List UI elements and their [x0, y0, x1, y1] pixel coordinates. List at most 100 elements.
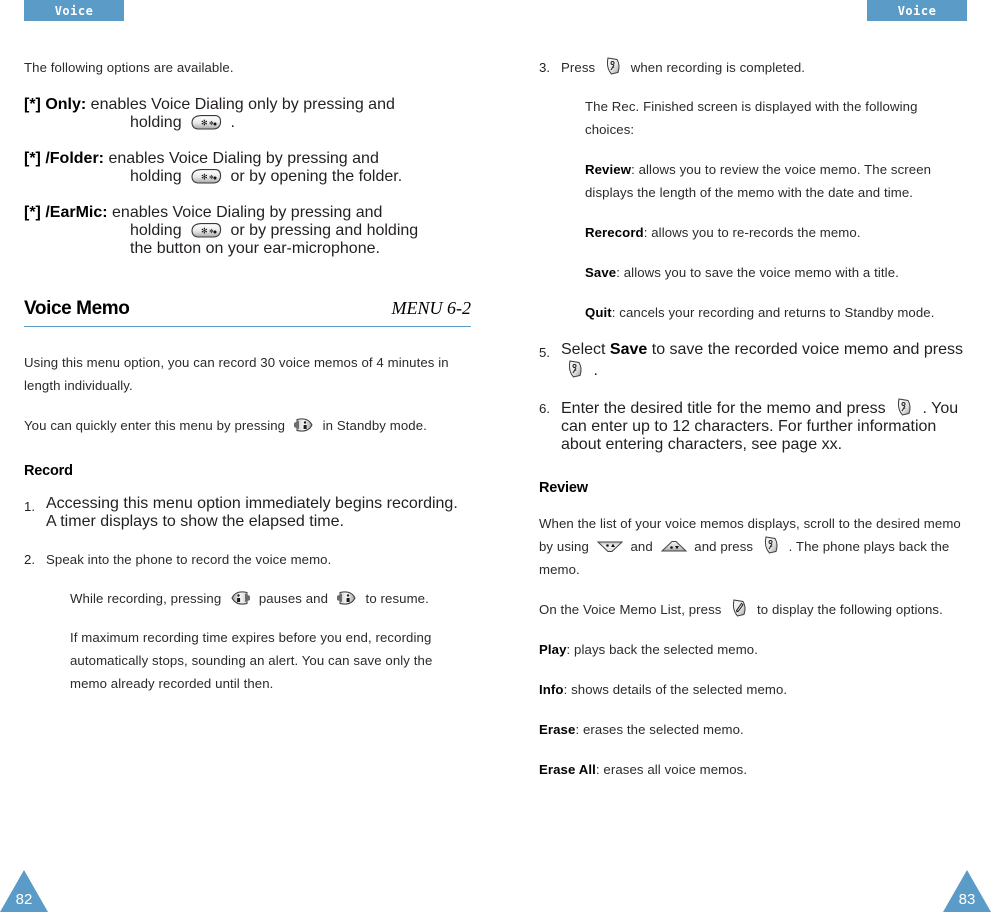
subheading-record: Record — [24, 463, 73, 479]
step-number: 5. — [539, 345, 550, 360]
star-key-icon: ✻ ✻ — [189, 168, 223, 185]
choice-term: Review — [585, 162, 632, 177]
choice-quit: Quit: cancels your recording and returns… — [585, 301, 967, 324]
choice-term: Save — [585, 265, 617, 280]
step-text: Speak into the phone to record the voice… — [46, 548, 471, 695]
voice-memo-paragraph-2: You can quickly enter this menu by press… — [24, 414, 471, 437]
option-text: : shows details of the selected memo. — [563, 682, 788, 697]
choice-text: : allows you to save the voice memo with… — [616, 265, 899, 280]
sub1-c: to resume. — [361, 591, 429, 606]
review-option-play: Play: plays back the selected memo. — [539, 638, 967, 661]
step-main-text: Speak into the phone to record the voice… — [46, 552, 332, 567]
option-cont-after: or by opening the folder. — [226, 168, 403, 185]
para2-before: You can quickly enter this menu by press… — [24, 418, 289, 433]
review-option-info: Info: shows details of the selected memo… — [539, 678, 967, 701]
intro-paragraph: The following options are available. — [24, 60, 234, 75]
svg-text:✻: ✻ — [209, 120, 214, 127]
record-step-6: 6. Enter the desired title for the memo … — [539, 397, 967, 454]
step5-a: Select — [561, 341, 610, 358]
option-text: enables Voice Dialing by pressing and — [104, 150, 379, 167]
record-step-5: 5. Select Save to save the recorded voic… — [539, 341, 967, 380]
option-cont-before: holding — [130, 114, 187, 131]
subheading-review: Review — [539, 480, 588, 496]
nav-down-key-icon — [660, 538, 688, 555]
nav-up-key-icon — [596, 538, 624, 555]
right-page-body: 3. Press when recording is completed. Th… — [539, 0, 967, 781]
side-key-right-icon — [292, 416, 316, 434]
option-term: Erase — [539, 722, 576, 737]
review-paragraph-2: On the Voice Memo List, press to display… — [539, 598, 967, 621]
option-only: [*] Only: enables Voice Dialing only by … — [24, 96, 471, 132]
option-term: [*] Only: — [24, 96, 87, 113]
para2-after: in Standby mode. — [318, 418, 427, 433]
star-key-icon: ✻ ✻ — [189, 114, 223, 131]
rev-p2-b: to display the following options. — [753, 602, 943, 617]
option-folder: [*] /Folder: enables Voice Dialing by pr… — [24, 150, 471, 186]
header-tab-voice-left: Voice — [24, 0, 124, 21]
choice-text: : cancels your recording and returns to … — [611, 305, 935, 320]
side-key-right-icon — [335, 589, 359, 607]
step-text: Accessing this menu option immediately b… — [46, 495, 458, 530]
option-text: enables Voice Dialing only by pressing a… — [86, 96, 395, 113]
step3-before: Press — [561, 60, 599, 75]
voice-memo-paragraph-1: Using this menu option, you can record 3… — [24, 355, 449, 393]
step-text: Press when recording is completed. The R… — [561, 56, 967, 141]
left-page: Voice The following options are availabl… — [0, 0, 495, 912]
manual-page-spread: Voice The following options are availabl… — [0, 0, 991, 912]
choice-rerecord: Rerecord: allows you to re-records the m… — [585, 221, 967, 244]
option-term: [*] /Folder: — [24, 150, 104, 167]
option-term: Erase All — [539, 762, 596, 777]
record-step-1: 1. Accessing this menu option immediatel… — [24, 495, 471, 531]
option-text: : plays back the selected memo. — [566, 642, 759, 657]
step-2-sub-1: While recording, pressing pauses and to … — [46, 587, 471, 610]
option-cont-before: holding — [130, 222, 187, 239]
option-term: Info — [539, 682, 564, 697]
option-cont-after: . — [226, 114, 235, 131]
left-page-body: The following options are available. [*]… — [24, 0, 471, 695]
rev-p1-b: and — [626, 539, 657, 554]
side-key-left-icon — [228, 589, 252, 607]
page-number-right: 83 — [958, 891, 976, 908]
svg-text:✻: ✻ — [209, 228, 214, 235]
section-header-voice-memo: Voice Memo MENU 6-2 — [24, 298, 471, 327]
header-tab-label: Voice — [54, 3, 94, 18]
record-step-2: 2. Speak into the phone to record the vo… — [24, 548, 471, 695]
step-text: Select Save to save the recorded voice m… — [561, 341, 967, 380]
step3-after: when recording is completed. — [626, 60, 806, 75]
option-cont-before: holding — [130, 168, 187, 185]
right-page: Voice 3. Press when recording is complet… — [495, 0, 991, 912]
option-earmic: [*] /EarMic: enables Voice Dialing by pr… — [24, 204, 471, 258]
soft-key-select-icon — [760, 535, 782, 555]
record-step-3: 3. Press when recording is completed. Th… — [539, 56, 967, 141]
svg-text:✻: ✻ — [201, 119, 208, 128]
step5-c: . — [589, 362, 598, 379]
step-2-sub-2: If maximum recording time expires before… — [70, 630, 433, 691]
review-paragraph-1: When the list of your voice memos displa… — [539, 512, 967, 581]
section-menu-code: MENU 6-2 — [391, 298, 472, 318]
rec-finished-choices: Review: allows you to review the voice m… — [539, 158, 967, 324]
option-cont-after: or by pressing and holding — [226, 222, 419, 239]
soft-key-select-icon — [602, 56, 624, 76]
soft-key-options-icon — [728, 598, 750, 618]
header-tab-voice-right: Voice — [867, 0, 967, 21]
option-text: : erases all voice memos. — [595, 762, 748, 777]
svg-text:✻: ✻ — [209, 174, 214, 181]
step-number: 2. — [24, 552, 35, 567]
option-text: : erases the selected memo. — [575, 722, 744, 737]
section-title: Voice Memo — [24, 298, 130, 319]
svg-text:✻: ✻ — [201, 173, 208, 182]
step-number: 6. — [539, 401, 550, 416]
soft-key-select-icon — [893, 397, 915, 417]
star-key-icon: ✻ ✻ — [189, 222, 223, 239]
step6-a: Enter the desired title for the memo and… — [561, 400, 891, 417]
option-term: [*] /EarMic: — [24, 204, 108, 221]
sub1-a: While recording, pressing — [70, 591, 226, 606]
step3-line: Press when recording is completed. — [561, 57, 806, 75]
svg-text:✻: ✻ — [201, 227, 208, 236]
step-number: 1. — [24, 499, 35, 514]
step5-bold: Save — [609, 341, 648, 358]
sub1-b: pauses and — [255, 591, 332, 606]
step-number: 3. — [539, 60, 550, 75]
choice-save: Save: allows you to save the voice memo … — [585, 261, 967, 284]
choice-text: : allows you to review the voice memo. T… — [585, 162, 932, 200]
